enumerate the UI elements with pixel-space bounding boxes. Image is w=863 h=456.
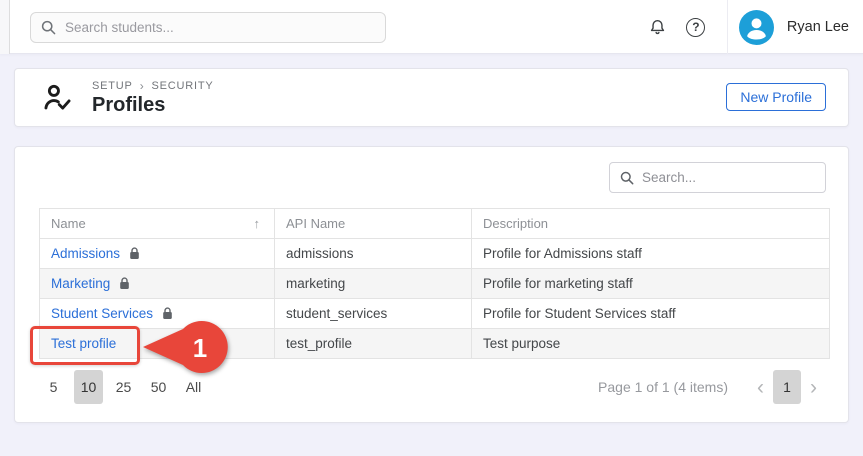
breadcrumb-item-security[interactable]: SECURITY xyxy=(151,80,213,92)
lock-icon xyxy=(162,307,173,320)
api-name-cell: test_profile xyxy=(275,329,472,359)
profiles-panel: Name ↑ API Name Description Admissions xyxy=(14,146,849,423)
topbar: ? Ryan Lee xyxy=(0,0,863,54)
page-header-text: SETUP › SECURITY Profiles xyxy=(92,79,214,117)
next-page-button[interactable]: › xyxy=(801,377,826,398)
lock-icon xyxy=(129,247,140,260)
sort-ascending-icon: ↑ xyxy=(254,216,261,231)
column-label: Name xyxy=(51,216,86,231)
api-name-cell: student_services xyxy=(275,299,472,329)
topbar-divider xyxy=(727,0,728,54)
pager-navigation: Page 1 of 1 (4 items) ‹ 1 › xyxy=(598,370,826,404)
topbar-right: ? Ryan Lee xyxy=(639,0,849,54)
description-cell: Profile for Admissions staff xyxy=(472,239,830,269)
profiles-table: Name ↑ API Name Description Admissions xyxy=(39,208,830,359)
profile-link[interactable]: Student Services xyxy=(51,306,153,321)
new-profile-button[interactable]: New Profile xyxy=(726,83,826,111)
global-search-input[interactable] xyxy=(65,20,375,35)
api-name-cell: marketing xyxy=(275,269,472,299)
search-icon xyxy=(620,171,634,185)
table-row: Test profile test_profile Test purpose xyxy=(40,329,830,359)
page-size-all[interactable]: All xyxy=(179,370,208,404)
help-button[interactable]: ? xyxy=(677,8,715,46)
search-icon xyxy=(41,20,56,35)
table-search-input[interactable] xyxy=(642,170,815,185)
chevron-right-icon: › xyxy=(140,79,145,93)
user-name: Ryan Lee xyxy=(787,19,849,35)
page-header: SETUP › SECURITY Profiles New Profile xyxy=(14,68,849,127)
page-size-25[interactable]: 25 xyxy=(109,370,138,404)
name-cell: Student Services xyxy=(40,299,275,329)
sidebar-edge xyxy=(0,0,10,54)
name-cell: Marketing xyxy=(40,269,275,299)
page-size-5[interactable]: 5 xyxy=(39,370,68,404)
table-row: Marketing marketing Profile for marketin… xyxy=(40,269,830,299)
bell-icon xyxy=(647,17,668,38)
help-icon: ? xyxy=(686,18,705,37)
name-cell: Test profile xyxy=(40,329,275,359)
profiles-icon xyxy=(41,81,74,114)
profile-link[interactable]: Admissions xyxy=(51,246,120,261)
profile-link-test-profile[interactable]: Test profile xyxy=(51,336,116,351)
page-number-button[interactable]: 1 xyxy=(773,370,801,404)
table-row: Student Services student_services Profil… xyxy=(40,299,830,329)
table-header-row: Name ↑ API Name Description xyxy=(40,209,830,239)
api-name-cell: admissions xyxy=(275,239,472,269)
pager-summary: Page 1 of 1 (4 items) xyxy=(598,379,728,395)
page-size-50[interactable]: 50 xyxy=(144,370,173,404)
profile-link[interactable]: Marketing xyxy=(51,276,110,291)
app-root: ? Ryan Lee xyxy=(0,0,863,456)
description-cell: Profile for Student Services staff xyxy=(472,299,830,329)
page-size-10[interactable]: 10 xyxy=(74,370,103,404)
breadcrumb-item-setup[interactable]: SETUP xyxy=(92,80,133,92)
description-cell: Profile for marketing staff xyxy=(472,269,830,299)
column-header-name[interactable]: Name ↑ xyxy=(40,209,275,239)
lock-icon xyxy=(119,277,130,290)
avatar xyxy=(739,10,774,45)
column-header-description[interactable]: Description xyxy=(472,209,830,239)
breadcrumb: SETUP › SECURITY xyxy=(92,79,214,93)
global-search xyxy=(30,12,386,43)
page-size-selector: 5 10 25 50 All xyxy=(39,370,208,404)
pager: 5 10 25 50 All Page 1 of 1 (4 items) ‹ 1… xyxy=(39,369,826,405)
notifications-button[interactable] xyxy=(639,8,677,46)
table-row: Admissions admissions Profile for Admiss… xyxy=(40,239,830,269)
column-header-api-name[interactable]: API Name xyxy=(275,209,472,239)
table-search xyxy=(609,162,826,193)
description-cell: Test purpose xyxy=(472,329,830,359)
prev-page-button[interactable]: ‹ xyxy=(748,377,773,398)
user-menu[interactable]: Ryan Lee xyxy=(739,10,849,45)
name-cell: Admissions xyxy=(40,239,275,269)
page-title: Profiles xyxy=(92,94,214,117)
